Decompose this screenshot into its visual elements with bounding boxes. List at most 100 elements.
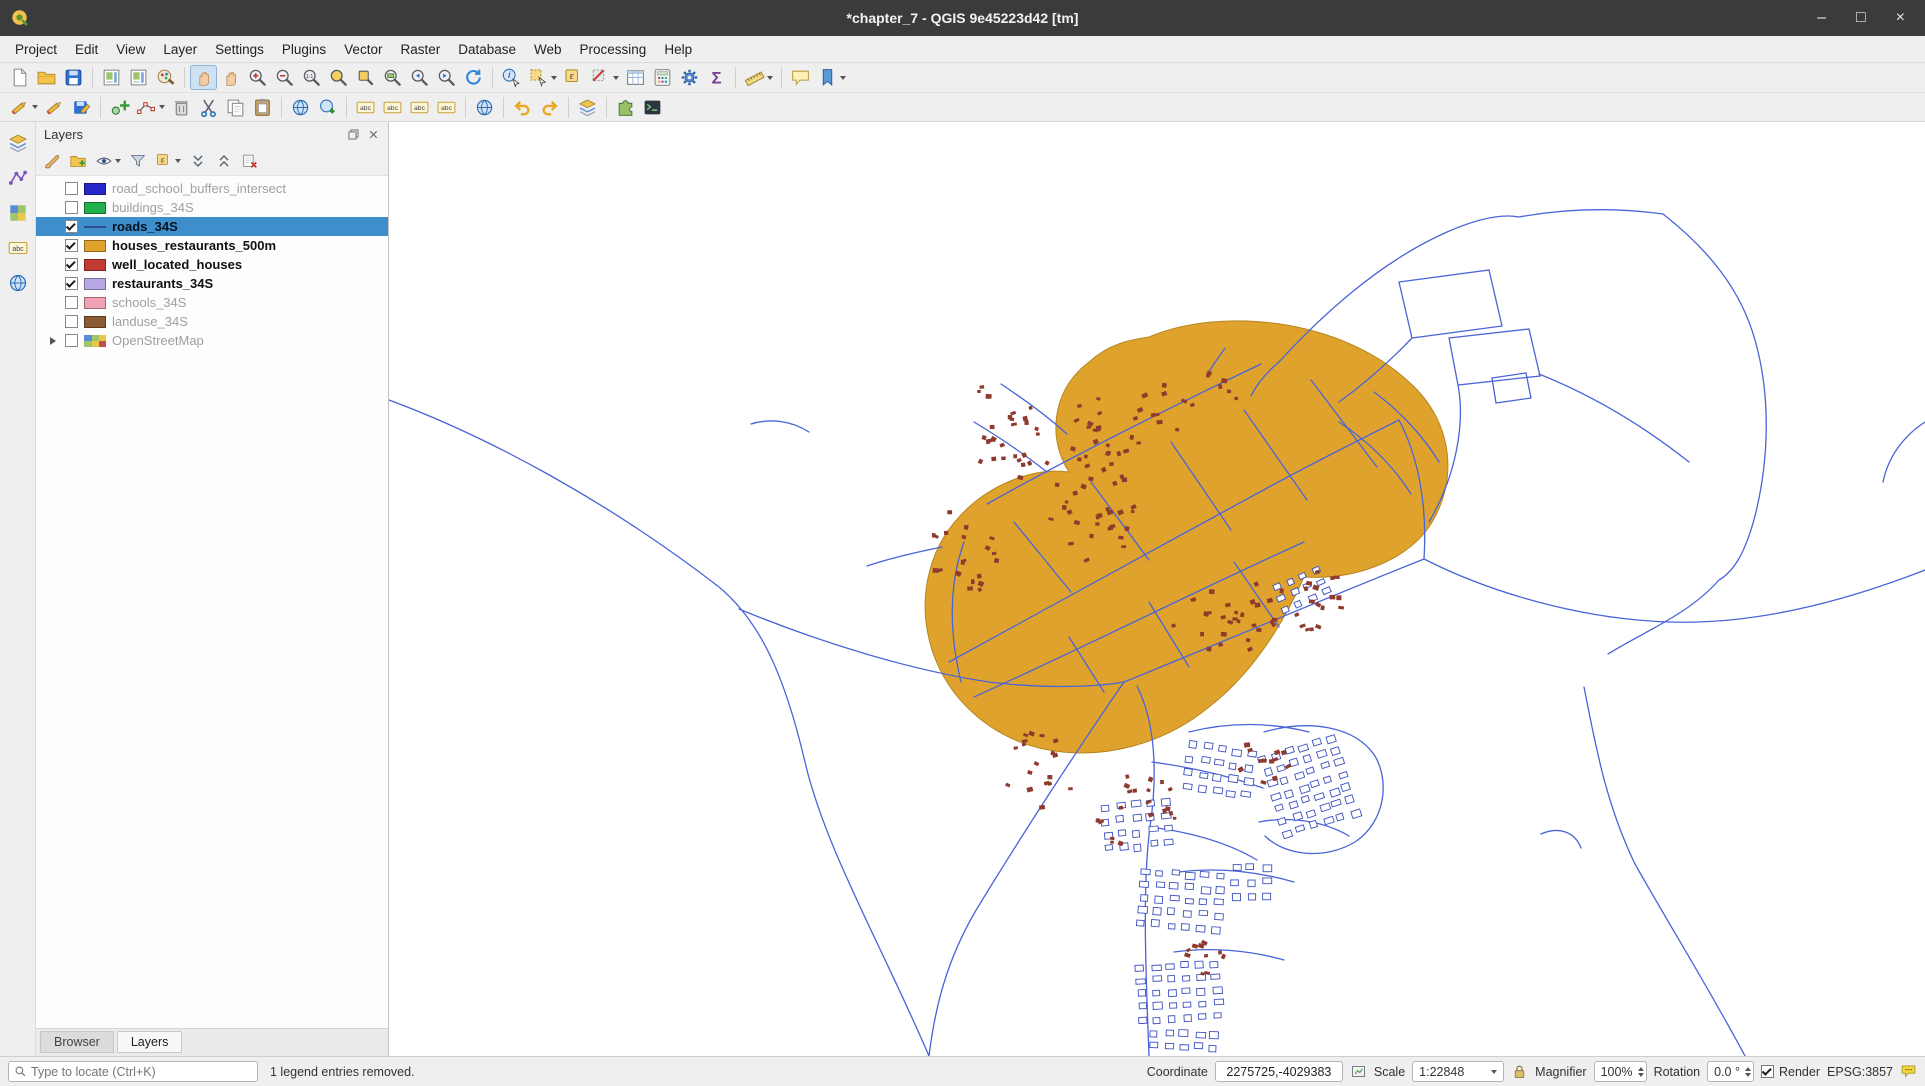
layer-item-road_school_buffers_intersect[interactable]: road_school_buffers_intersect: [36, 179, 388, 198]
maximize-button[interactable]: □: [1856, 10, 1866, 26]
field-calculator-button[interactable]: [649, 65, 676, 90]
paste-features-button[interactable]: [249, 95, 276, 120]
layer-diagram-button[interactable]: abc: [379, 95, 406, 120]
magnifier-spinbox[interactable]: 100%: [1594, 1061, 1647, 1082]
plugins-toolbox-button[interactable]: [612, 95, 639, 120]
processing-toolbox-button[interactable]: [676, 65, 703, 90]
menu-help[interactable]: Help: [655, 39, 701, 60]
coordinate-input[interactable]: [1215, 1061, 1343, 1082]
minimize-button[interactable]: –: [1817, 10, 1826, 26]
style-manager-button[interactable]: [152, 65, 179, 90]
spin-up-icon[interactable]: [1745, 1067, 1751, 1071]
collapse-all-button[interactable]: [212, 150, 236, 172]
osm-place-search-button[interactable]: [287, 95, 314, 120]
pin-labels-button[interactable]: abc: [406, 95, 433, 120]
zoom-last-button[interactable]: [406, 65, 433, 90]
scale-combo[interactable]: 1:22848: [1412, 1061, 1504, 1082]
zoom-to-selection-button[interactable]: [352, 65, 379, 90]
menu-database[interactable]: Database: [449, 39, 525, 60]
layer-visibility-checkbox[interactable]: [65, 239, 78, 252]
rotation-spinbox[interactable]: 0.0 °: [1707, 1061, 1754, 1082]
move-label-button[interactable]: abc: [433, 95, 460, 120]
redo-button[interactable]: [536, 95, 563, 120]
layer-visibility-checkbox[interactable]: [65, 258, 78, 271]
manage-map-themes-button[interactable]: [92, 150, 124, 172]
new-project-button[interactable]: [6, 65, 33, 90]
locate-input[interactable]: [31, 1065, 252, 1079]
menu-raster[interactable]: Raster: [391, 39, 449, 60]
pan-map-button[interactable]: [190, 65, 217, 90]
crs-indicator[interactable]: EPSG:3857: [1827, 1065, 1893, 1079]
render-checkbox[interactable]: Render: [1761, 1065, 1820, 1079]
spin-up-icon[interactable]: [1638, 1067, 1644, 1071]
layer-visibility-checkbox[interactable]: [65, 315, 78, 328]
expander-icon[interactable]: [46, 337, 59, 345]
new-print-layout-button[interactable]: [98, 65, 125, 90]
show-layout-manager-button[interactable]: [125, 65, 152, 90]
filter-legend-button[interactable]: [126, 150, 150, 172]
messages-icon[interactable]: [1900, 1063, 1917, 1080]
menu-web[interactable]: Web: [525, 39, 571, 60]
add-group-button[interactable]: [66, 150, 90, 172]
panel-float-button[interactable]: [347, 128, 360, 141]
menu-vector[interactable]: Vector: [335, 39, 391, 60]
add-web-layer-button[interactable]: [4, 270, 32, 296]
layer-item-well_located_houses[interactable]: well_located_houses: [36, 255, 388, 274]
remove-layer-button[interactable]: [238, 150, 262, 172]
map-tips-button[interactable]: [787, 65, 814, 90]
panel-close-button[interactable]: [367, 128, 380, 141]
layer-item-buildings_34S[interactable]: buildings_34S: [36, 198, 388, 217]
layer-visibility-checkbox[interactable]: [65, 201, 78, 214]
zoom-native-button[interactable]: 1:1: [298, 65, 325, 90]
select-features-button[interactable]: [525, 65, 560, 90]
current-edits-button[interactable]: [6, 95, 41, 120]
add-raster-layer-button[interactable]: [4, 200, 32, 226]
layer-visibility-checkbox[interactable]: [65, 334, 78, 347]
save-layer-edits-button[interactable]: [68, 95, 95, 120]
filter-by-expression-button[interactable]: ε: [152, 150, 184, 172]
menu-edit[interactable]: Edit: [66, 39, 107, 60]
deselect-features-button[interactable]: [587, 65, 622, 90]
open-project-button[interactable]: [33, 65, 60, 90]
menu-project[interactable]: Project: [6, 39, 66, 60]
locate-search[interactable]: [8, 1061, 258, 1082]
open-layer-styling-button[interactable]: [40, 150, 64, 172]
expand-all-button[interactable]: [186, 150, 210, 172]
zoom-next-button[interactable]: [433, 65, 460, 90]
metasearch-button[interactable]: [471, 95, 498, 120]
panel-tab-layers[interactable]: Layers: [117, 1031, 183, 1053]
close-button[interactable]: ×: [1896, 10, 1905, 26]
identify-features-button[interactable]: i: [498, 65, 525, 90]
add-feature-button[interactable]: [106, 95, 133, 120]
measure-button[interactable]: [741, 65, 776, 90]
menu-settings[interactable]: Settings: [206, 39, 273, 60]
delete-selected-button[interactable]: [168, 95, 195, 120]
zoom-to-layer-button[interactable]: [379, 65, 406, 90]
layer-item-roads_34S[interactable]: roads_34S: [36, 217, 388, 236]
copy-features-button[interactable]: [222, 95, 249, 120]
layer-visibility-checkbox[interactable]: [65, 277, 78, 290]
spin-down-icon[interactable]: [1638, 1073, 1644, 1077]
pan-to-selection-button[interactable]: [217, 65, 244, 90]
lock-scale-icon[interactable]: [1511, 1063, 1528, 1080]
layer-item-OpenStreetMap[interactable]: OpenStreetMap: [36, 331, 388, 350]
zoom-in-button[interactable]: [244, 65, 271, 90]
add-vector-layer-button[interactable]: [4, 165, 32, 191]
spin-down-icon[interactable]: [1745, 1073, 1751, 1077]
select-by-expression-button[interactable]: ε: [560, 65, 587, 90]
layer-visibility-checkbox[interactable]: [65, 296, 78, 309]
map-canvas[interactable]: [389, 122, 1925, 1056]
data-source-manager-button[interactable]: [574, 95, 601, 120]
menu-plugins[interactable]: Plugins: [273, 39, 335, 60]
layer-item-landuse_34S[interactable]: landuse_34S: [36, 312, 388, 331]
zoom-full-button[interactable]: [325, 65, 352, 90]
menu-layer[interactable]: Layer: [154, 39, 206, 60]
undo-button[interactable]: [509, 95, 536, 120]
new-spatial-bookmark-button[interactable]: [814, 65, 849, 90]
add-text-layer-button[interactable]: abc: [4, 235, 32, 261]
statistical-summary-button[interactable]: Σ: [703, 65, 730, 90]
data-source-manager-button[interactable]: [4, 130, 32, 156]
layer-item-schools_34S[interactable]: schools_34S: [36, 293, 388, 312]
vertex-tool-button[interactable]: [133, 95, 168, 120]
zoom-out-button[interactable]: [271, 65, 298, 90]
